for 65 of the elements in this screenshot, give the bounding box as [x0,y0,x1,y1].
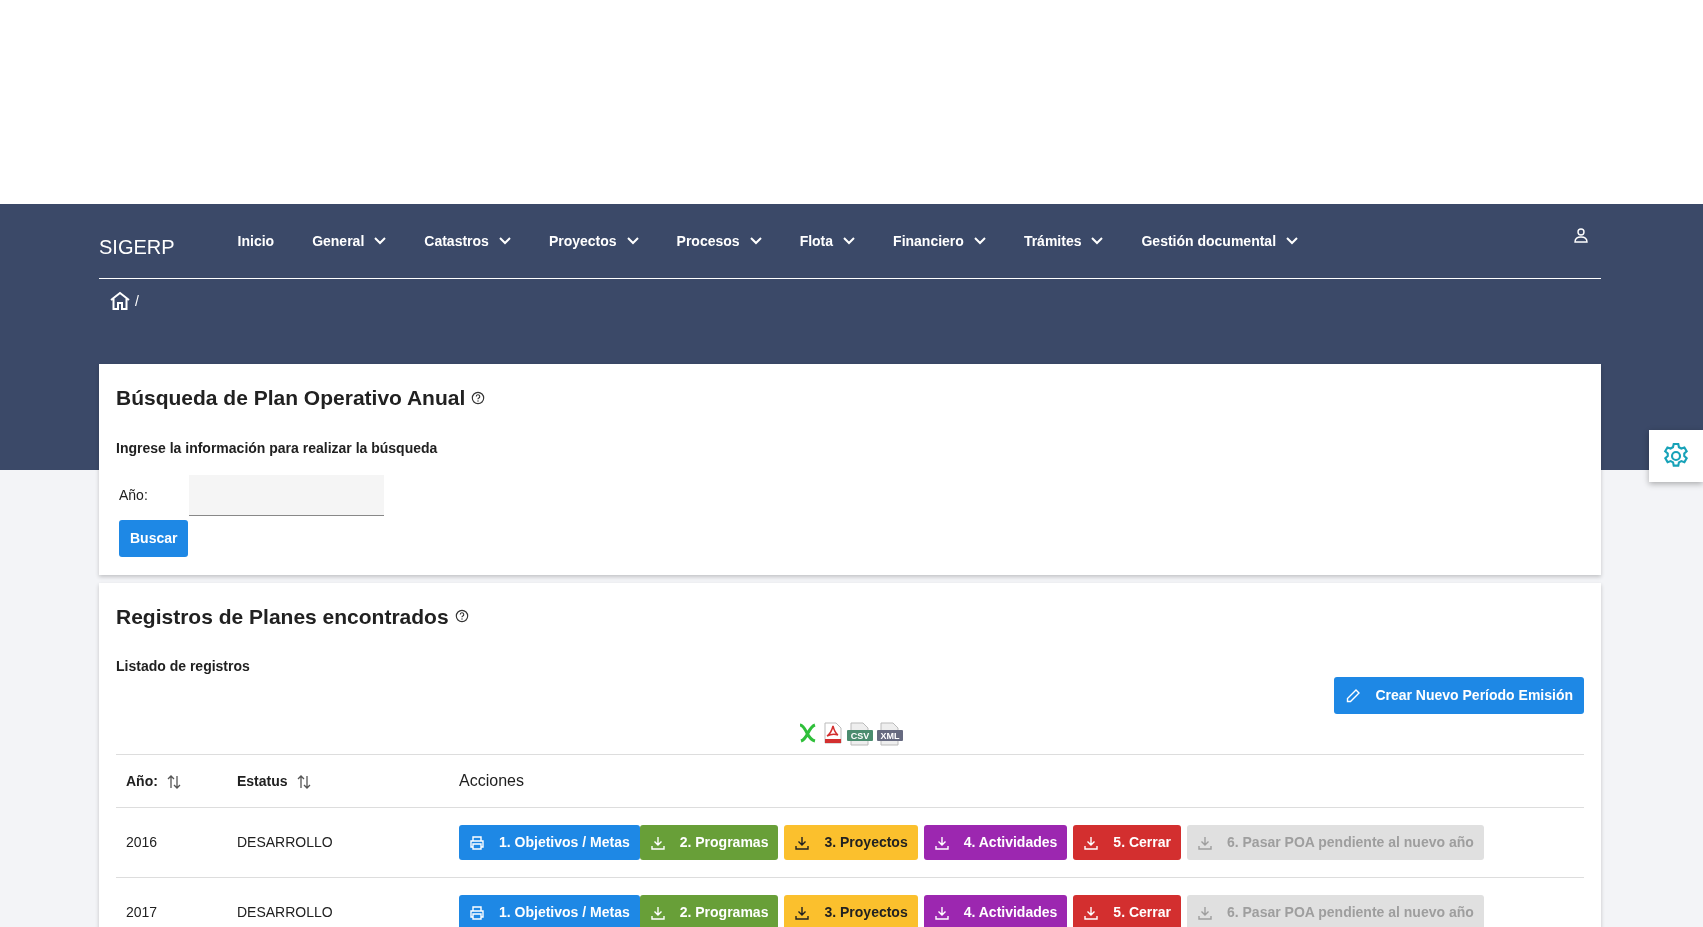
action-button[interactable]: 5. Cerrar [1073,825,1181,860]
chevron-down-icon [374,237,387,245]
nav-menu-item[interactable]: Trámites [1023,230,1104,252]
chevron-down-icon [843,237,856,245]
card-title: Registros de Planes encontrados [116,603,449,630]
download-icon [649,904,666,921]
download-icon [794,904,811,921]
nav-menu-item[interactable]: Procesos [676,230,762,252]
table-cell: 2017 [116,877,227,927]
table-cell: DESARROLLO [227,807,449,878]
nav-menu-item[interactable]: Gestión documental [1141,230,1299,252]
card-subtitle: Ingrese la información para realizar la búsqueda [116,438,439,458]
table-cell: 2016 [116,807,227,878]
settings-button[interactable] [1649,430,1703,482]
table-cell: DESARROLLO [227,877,449,927]
column-header: Acciones [459,772,524,789]
year-input-field[interactable] [189,474,384,516]
chevron-down-icon [749,237,762,245]
chevron-down-icon [973,237,986,245]
column-header: Año: [126,772,158,789]
action-button[interactable]: 4. Actividades [923,895,1068,927]
brand-name: SIGERP [99,235,175,260]
chevron-down-icon [626,237,639,245]
pdf-export-icon[interactable] [823,722,843,744]
nav-menu-item[interactable]: Financiero [893,230,986,252]
field-label: Año: [118,485,149,505]
home-icon[interactable] [109,291,131,311]
printer-icon [469,834,485,851]
chevron-down-icon [1286,237,1299,245]
column-header: Estatus [237,772,288,789]
action-button[interactable]: 5. Cerrar [1073,895,1181,927]
download-icon [794,834,811,851]
download-icon [1196,834,1213,851]
download-icon [1196,904,1213,921]
action-button[interactable]: 1. Objetivos / Metas [459,895,640,927]
nav-menu-item[interactable]: Catastros [424,230,511,252]
download-icon [1083,834,1100,851]
nav-menu-item[interactable]: Flota [799,230,856,252]
create-period-button[interactable]: Crear Nuevo Período Emisión [1334,677,1584,714]
action-button[interactable]: 3. Proyectos [784,895,918,927]
help-icon[interactable] [454,609,469,624]
download-icon [1083,904,1100,921]
download-icon [933,904,950,921]
pencil-icon [1345,687,1362,704]
nav-menu-item[interactable]: Proyectos [548,230,639,252]
card-title: Búsqueda de Plan Operativo Anual [116,385,466,411]
nav-menu-item[interactable]: Inicio [237,230,275,252]
action-button[interactable]: 1. Objetivos / Metas [459,825,640,860]
help-icon[interactable] [471,390,486,405]
nav-menu-item[interactable]: General [312,230,387,252]
card-subtitle: Listado de registros [116,657,251,676]
download-icon [933,834,950,851]
download-icon [649,834,666,851]
printer-icon [469,904,485,921]
chevron-down-icon [498,237,511,245]
chevron-down-icon [1091,237,1104,245]
user-icon[interactable] [1573,227,1589,244]
action-button[interactable]: 2. Programas [639,895,779,927]
search-button[interactable]: Buscar [119,519,189,557]
breadcrumb-separator: / [135,291,139,311]
action-button[interactable]: 3. Proyectos [784,825,918,860]
action-button[interactable]: 2. Programas [639,825,779,860]
sort-icon[interactable] [295,773,312,790]
sort-icon[interactable] [165,773,182,790]
action-button[interactable]: 4. Actividades [923,825,1068,860]
